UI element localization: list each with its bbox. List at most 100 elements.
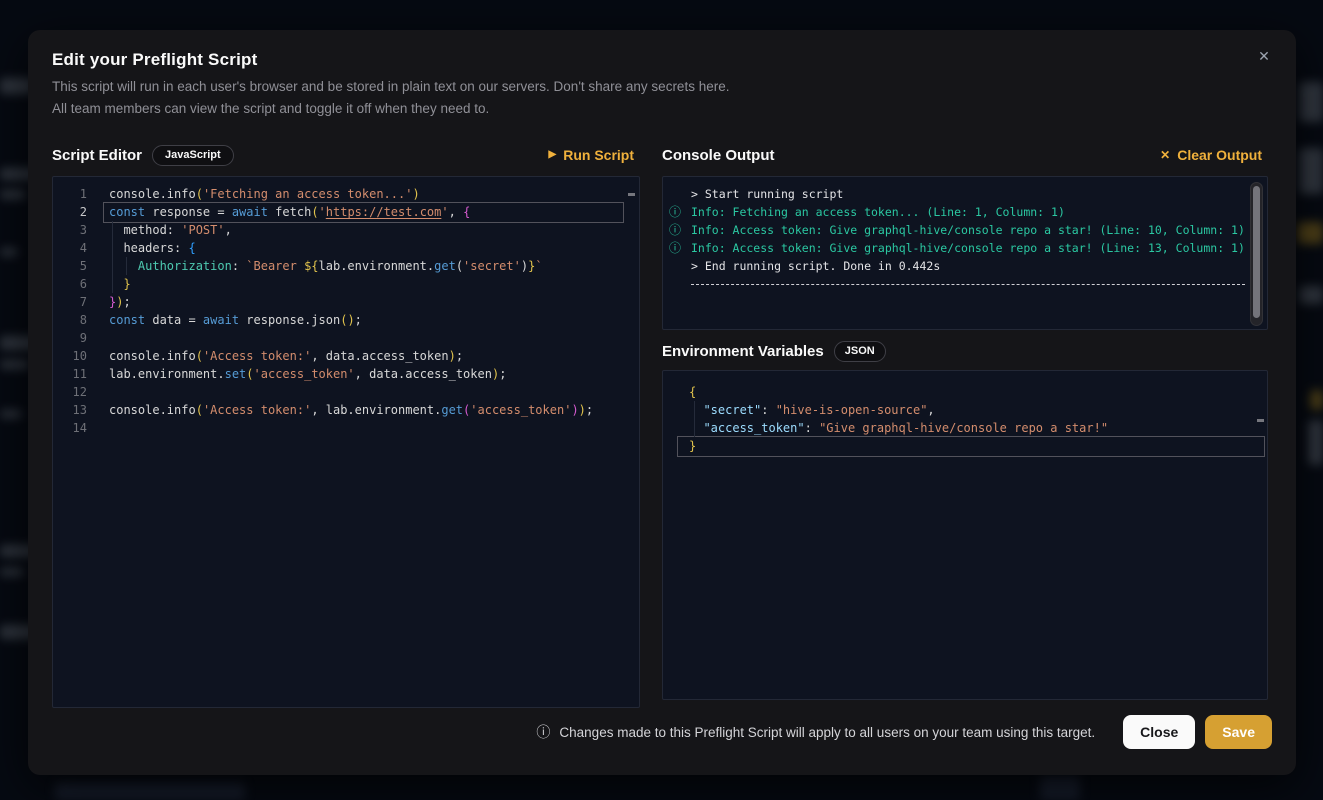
code-line: { xyxy=(663,383,1267,401)
code-line: "access_token": "Give graphql-hive/conso… xyxy=(663,419,1267,437)
modal-description: This script will run in each user's brow… xyxy=(52,76,952,120)
run-script-label: Run Script xyxy=(563,147,634,163)
console-entry-text: Info: Fetching an access token... (Line:… xyxy=(691,203,1267,221)
env-vars-editor[interactable]: { "secret": "hive-is-open-source", "acce… xyxy=(662,370,1268,700)
backdrop-fragment xyxy=(1308,420,1323,465)
backdrop-fragment xyxy=(1299,286,1323,304)
clear-output-button[interactable]: ✕ Clear Output xyxy=(1154,146,1268,164)
backdrop-fragment xyxy=(1299,148,1323,194)
console-log-list: > Start running scriptⓘInfo: Fetching an… xyxy=(663,177,1267,329)
code-line: 4 headers: { xyxy=(53,239,639,257)
close-icon[interactable]: ✕ xyxy=(1252,44,1276,68)
backdrop-fragment xyxy=(0,410,22,418)
backdrop-fragment xyxy=(0,248,18,256)
footer-note: ⓘ Changes made to this Preflight Script … xyxy=(536,722,1095,742)
console-output-title: Console Output xyxy=(662,147,775,164)
code-line: 12 xyxy=(53,383,639,401)
code-line: 2const response = await fetch('https://t… xyxy=(53,203,639,221)
line-number: 13 xyxy=(53,401,97,419)
run-script-button[interactable]: ▶ Run Script xyxy=(543,146,640,164)
backdrop-fragment xyxy=(0,190,26,199)
console-entry-text: > End running script. Done in 0.442s xyxy=(691,257,1267,275)
line-number: 6 xyxy=(53,275,97,293)
env-vars-title: Environment Variables xyxy=(662,343,824,360)
script-editor-header: Script Editor JavaScript ▶ Run Script xyxy=(52,140,640,170)
console-separator xyxy=(691,284,1245,285)
code-line: "secret": "hive-is-open-source", xyxy=(663,401,1267,419)
line-number: 11 xyxy=(53,365,97,383)
backdrop-fragment xyxy=(55,782,245,800)
info-icon: ⓘ xyxy=(663,203,691,221)
console-entry: ⓘInfo: Access token: Give graphql-hive/c… xyxy=(663,221,1267,239)
modal-description-line1: This script will run in each user's brow… xyxy=(52,76,952,98)
console-entry-text: Info: Access token: Give graphql-hive/co… xyxy=(691,221,1267,239)
console-scrollbar-thumb[interactable] xyxy=(1253,186,1260,318)
backdrop-fragment xyxy=(1297,222,1323,244)
console-gutter xyxy=(663,185,691,203)
indent-guide xyxy=(112,221,113,293)
line-number: 9 xyxy=(53,329,97,347)
save-button[interactable]: Save xyxy=(1205,715,1272,749)
preflight-script-modal: Edit your Preflight Script This script w… xyxy=(28,30,1296,775)
console-entry: ⓘInfo: Fetching an access token... (Line… xyxy=(663,203,1267,221)
info-icon: ⓘ xyxy=(663,239,691,257)
code-line: 5 Authorization: `Bearer ${lab.environme… xyxy=(53,257,639,275)
json-badge: JSON xyxy=(834,341,886,362)
console-entry-text: Info: Access token: Give graphql-hive/co… xyxy=(691,239,1267,257)
clear-icon: ✕ xyxy=(1160,149,1170,161)
line-number: 5 xyxy=(53,257,97,275)
backdrop-fragment xyxy=(0,568,24,576)
code-line: 10console.info('Access token:', data.acc… xyxy=(53,347,639,365)
backdrop-fragment xyxy=(0,360,30,369)
indent-guide xyxy=(694,401,695,437)
code-line: 6 } xyxy=(53,275,639,293)
overview-ruler-marker xyxy=(1257,419,1264,422)
env-vars-header: Environment Variables JSON xyxy=(662,336,1268,366)
line-number: 7 xyxy=(53,293,97,311)
code-line: 9 xyxy=(53,329,639,347)
line-number: 14 xyxy=(53,419,97,437)
console-scrollbar[interactable] xyxy=(1250,182,1263,326)
code-line: 13console.info('Access token:', lab.envi… xyxy=(53,401,639,419)
line-number: 8 xyxy=(53,311,97,329)
script-editor-title: Script Editor xyxy=(52,147,142,164)
page-title: Edit your Preflight Script xyxy=(52,50,257,70)
code-line: 1console.info('Fetching an access token.… xyxy=(53,185,639,203)
code-line: } xyxy=(663,437,1267,455)
code-line: 14 xyxy=(53,419,639,437)
info-icon: ⓘ xyxy=(536,722,550,742)
javascript-badge: JavaScript xyxy=(152,145,234,166)
console-entry-text: > Start running script xyxy=(691,185,1267,203)
info-icon: ⓘ xyxy=(663,221,691,239)
script-editor[interactable]: 1console.info('Fetching an access token.… xyxy=(52,176,640,708)
line-number: 12 xyxy=(53,383,97,401)
modal-description-line2: All team members can view the script and… xyxy=(52,98,952,120)
backdrop-fragment xyxy=(1310,390,1323,410)
env-vars-code: { "secret": "hive-is-open-source", "acce… xyxy=(663,371,1267,699)
line-number: 10 xyxy=(53,347,97,365)
clear-output-label: Clear Output xyxy=(1177,147,1262,163)
script-editor-code: 1console.info('Fetching an access token.… xyxy=(53,177,639,707)
code-line: 11lab.environment.set('access_token', da… xyxy=(53,365,639,383)
line-number: 2 xyxy=(53,203,97,221)
code-line: 3 method: 'POST', xyxy=(53,221,639,239)
console-gutter xyxy=(663,257,691,275)
indent-guide xyxy=(126,257,127,275)
code-line: 8const data = await response.json(); xyxy=(53,311,639,329)
console-entry: > End running script. Done in 0.442s xyxy=(663,257,1267,275)
console-entry: > Start running script xyxy=(663,185,1267,203)
modal-footer: ⓘ Changes made to this Preflight Script … xyxy=(52,710,1272,754)
line-number: 4 xyxy=(53,239,97,257)
code-line: 7}); xyxy=(53,293,639,311)
backdrop-fragment xyxy=(1040,775,1080,800)
line-number: 3 xyxy=(53,221,97,239)
console-output-panel[interactable]: > Start running scriptⓘInfo: Fetching an… xyxy=(662,176,1268,330)
modal-backdrop: { "colors": { "accent_link": "#f0b13c", … xyxy=(0,0,1323,800)
play-icon: ▶ xyxy=(549,150,557,160)
footer-note-text: Changes made to this Preflight Script wi… xyxy=(559,725,1095,740)
console-output-header: Console Output ✕ Clear Output xyxy=(662,140,1268,170)
line-number: 1 xyxy=(53,185,97,203)
close-button[interactable]: Close xyxy=(1123,715,1195,749)
backdrop-fragment xyxy=(1299,82,1323,122)
overview-ruler-marker xyxy=(628,193,635,196)
